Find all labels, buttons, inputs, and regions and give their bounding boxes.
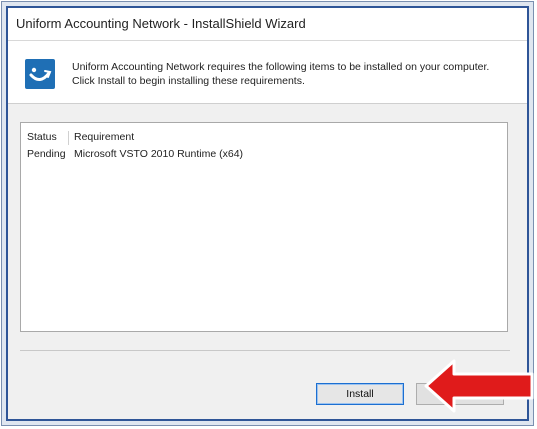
install-button[interactable]: Install — [316, 383, 404, 405]
item-requirement: Microsoft VSTO 2010 Runtime (x64) — [74, 148, 244, 160]
dialog-header: Uniform Accounting Network requires the … — [8, 41, 527, 104]
item-status: Pending — [27, 148, 66, 160]
installshield-logo-icon — [25, 59, 55, 89]
column-separator — [68, 131, 69, 145]
left-arrow-icon — [424, 358, 534, 419]
title-bar[interactable]: Uniform Accounting Network - InstallShie… — [8, 8, 527, 41]
window-title: Uniform Accounting Network - InstallShie… — [16, 16, 306, 31]
column-header-requirement[interactable]: Requirement — [74, 131, 134, 143]
divider — [20, 350, 510, 351]
column-header-status[interactable]: Status — [27, 131, 67, 143]
header-message: Uniform Accounting Network requires the … — [72, 61, 490, 87]
requirements-list[interactable]: Status Requirement Pending Microsoft VST… — [20, 122, 508, 332]
